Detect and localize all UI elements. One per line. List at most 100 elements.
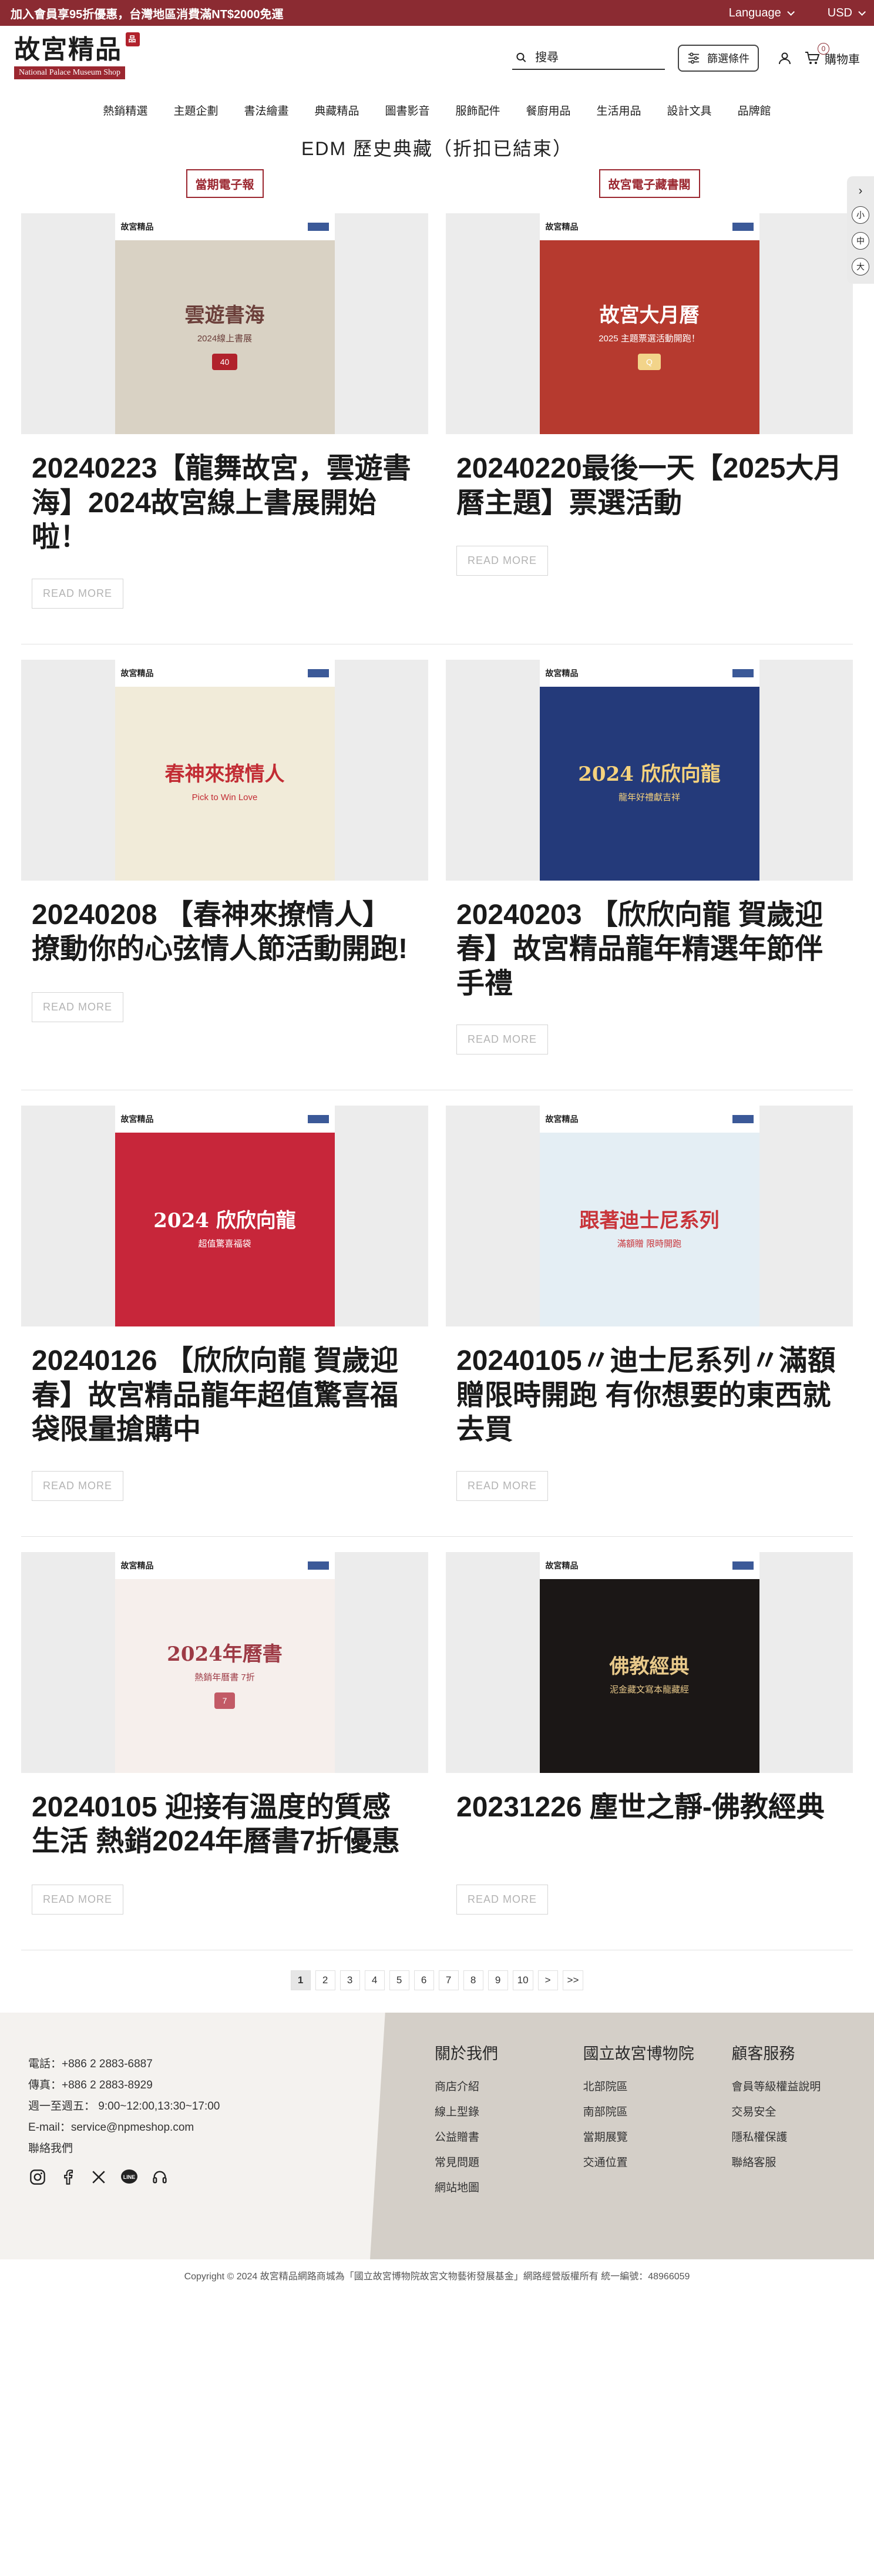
edm-title[interactable]: 20240126 【欣欣向龍 賀歲迎春】故宮精品龍年超值驚喜福袋限量搶購中	[21, 1344, 428, 1447]
read-more-button[interactable]: READ MORE	[32, 578, 124, 609]
read-more-button[interactable]: READ MORE	[456, 546, 549, 576]
nav-item-calligraphy[interactable]: 書法繪畫	[244, 102, 288, 118]
edm-title[interactable]: 20231226 塵世之靜-佛教經典	[446, 1791, 853, 1861]
tab-current-newsletter[interactable]: 當期電子報	[186, 169, 264, 198]
edm-card[interactable]: 故宮精品 故宮大月曆 2025 主題票選活動開跑！ Q 20240220最後一天…	[446, 198, 853, 609]
account-button[interactable]	[778, 51, 792, 65]
tab-ebook-library[interactable]: 故宮電子藏書閣	[599, 169, 700, 198]
page-link[interactable]: 8	[463, 1970, 483, 1990]
language-selector[interactable]: Language	[729, 6, 795, 20]
svg-text:LINE: LINE	[123, 2174, 136, 2180]
footer-email[interactable]: E-mail：service@npmeshop.com	[28, 2117, 359, 2138]
x-twitter-icon[interactable]	[89, 2168, 108, 2187]
edm-card[interactable]: 故宮精品 2024 欣欣向龍 龍年好禮獻吉祥 20240203 【欣欣向龍 賀歲…	[446, 644, 853, 1055]
edm-card[interactable]: 故宮精品 2024年曆書 熱銷年曆書 7折 7 20240105 迎接有溫度的質…	[21, 1537, 428, 1915]
read-more-button[interactable]: READ MORE	[456, 1470, 549, 1501]
facebook-icon	[732, 223, 754, 231]
edm-thumbnail[interactable]: 故宮精品 跟著迪士尼系列 滿額贈 限時開跑	[446, 1106, 853, 1327]
edm-thumbnail[interactable]: 故宮精品 2024 欣欣向龍 超值驚喜福袋	[21, 1106, 428, 1327]
facebook-icon[interactable]	[59, 2168, 78, 2187]
edm-thumbnail[interactable]: 故宮精品 2024 欣欣向龍 龍年好禮獻吉祥	[446, 659, 853, 881]
footer-link[interactable]: 聯絡客服	[731, 2150, 856, 2175]
font-small-button[interactable]: 小	[852, 206, 869, 224]
main-nav: 熱銷精選 主題企劃 書法繪畫 典藏精品 圖書影音 服飾配件 餐廚用品 生活用品 …	[0, 90, 874, 129]
edm-thumbnail[interactable]: 故宮精品 春神來撩情人 Pick to Win Love	[21, 659, 428, 881]
currency-label: USD	[827, 6, 852, 19]
search-icon[interactable]	[516, 51, 527, 64]
cart-button[interactable]: 0 購物車	[805, 42, 860, 67]
page-link[interactable]: 9	[488, 1970, 508, 1990]
nav-item-kitchen[interactable]: 餐廚用品	[526, 102, 571, 118]
font-large-button[interactable]: 大	[852, 258, 869, 276]
nav-item-books[interactable]: 圖書影音	[385, 102, 429, 118]
edm-thumbnail[interactable]: 故宮精品 雲遊書海 2024線上書展 40	[21, 213, 428, 434]
read-more-button[interactable]: READ MORE	[32, 992, 124, 1022]
filter-button[interactable]: 篩選條件	[678, 45, 759, 72]
edm-title[interactable]: 20240223【龍舞故宮，雲遊書海】2024故宮線上書展開始啦！	[21, 452, 428, 555]
poster-header: 故宮精品	[115, 659, 335, 687]
edm-card[interactable]: 故宮精品 雲遊書海 2024線上書展 40 20240223【龍舞故宮，雲遊書海…	[21, 198, 428, 609]
nav-item-collection[interactable]: 典藏精品	[314, 102, 359, 118]
page-link[interactable]: 10	[512, 1970, 533, 1990]
nav-item-apparel[interactable]: 服飾配件	[456, 102, 500, 118]
poster-headline: 雲遊書海	[184, 304, 265, 328]
site-logo[interactable]: 故宮精品 品 National Palace Museum Shop	[14, 32, 140, 79]
read-more-button[interactable]: READ MORE	[32, 1884, 124, 1915]
footer-link[interactable]: 商店介紹	[435, 2074, 560, 2100]
sliders-icon	[688, 52, 700, 64]
page-link[interactable]: >	[537, 1970, 558, 1990]
edm-title[interactable]: 20240208 【春神來撩情人】撩動你的心弦情人節活動開跑!	[21, 898, 428, 969]
search-input[interactable]	[535, 51, 661, 65]
instagram-icon[interactable]	[28, 2168, 47, 2187]
font-medium-button[interactable]: 中	[852, 232, 869, 250]
poster-subtitle: 龍年好禮獻吉祥	[618, 792, 680, 803]
page-link[interactable]: 3	[339, 1970, 360, 1990]
chevron-right-icon[interactable]: ›	[859, 184, 863, 198]
page-link[interactable]: 2	[315, 1970, 335, 1990]
footer-link[interactable]: 網站地圖	[435, 2175, 560, 2201]
poster-header: 故宮精品	[115, 213, 335, 240]
nav-item-stationery[interactable]: 設計文具	[667, 102, 712, 118]
edm-card[interactable]: 故宮精品 佛教經典 泥金藏文寫本龍藏經 20231226 塵世之靜-佛教經典 R…	[446, 1537, 853, 1915]
read-more-button[interactable]: READ MORE	[456, 1884, 549, 1915]
footer-link[interactable]: 公益贈書	[435, 2125, 560, 2150]
page-link[interactable]: 4	[364, 1970, 385, 1990]
footer-link[interactable]: 隱私權保護	[731, 2125, 856, 2150]
line-icon[interactable]: LINE	[120, 2168, 139, 2187]
footer-link[interactable]: 交易安全	[731, 2100, 856, 2125]
nav-item-brands[interactable]: 品牌館	[738, 102, 771, 118]
edm-thumbnail[interactable]: 故宮精品 故宮大月曆 2025 主題票選活動開跑！ Q	[446, 213, 853, 434]
page-link[interactable]: 7	[438, 1970, 459, 1990]
read-more-button[interactable]: READ MORE	[456, 1025, 549, 1055]
edm-title[interactable]: 20240203 【欣欣向龍 賀歲迎春】故宮精品龍年精選年節伴手禮	[446, 898, 853, 1002]
edm-thumbnail[interactable]: 故宮精品 佛教經典 泥金藏文寫本龍藏經	[446, 1551, 853, 1773]
footer-contact-link[interactable]: 聯絡我們	[28, 2138, 359, 2159]
edm-title[interactable]: 20240105〃迪士尼系列〃滿額贈限時開跑 有你想要的東西就去買	[446, 1344, 853, 1447]
site-header: 故宮精品 品 National Palace Museum Shop 篩選條件 …	[0, 26, 874, 90]
edm-thumbnail[interactable]: 故宮精品 2024年曆書 熱銷年曆書 7折 7	[21, 1551, 428, 1773]
nav-item-lifestyle[interactable]: 生活用品	[597, 102, 641, 118]
cart-icon	[805, 52, 820, 64]
edm-card[interactable]: 故宮精品 跟著迪士尼系列 滿額贈 限時開跑 20240105〃迪士尼系列〃滿額贈…	[446, 1090, 853, 1501]
headset-icon[interactable]	[150, 2168, 169, 2187]
nav-item-bestsellers[interactable]: 熱銷精選	[103, 102, 147, 118]
footer-link[interactable]: 常見問題	[435, 2150, 560, 2175]
footer-col-title: 顧客服務	[731, 2044, 795, 2063]
page-link-current[interactable]: 1	[290, 1970, 311, 1990]
footer-link[interactable]: 交通位置	[583, 2150, 708, 2175]
nav-item-themes[interactable]: 主題企劃	[173, 102, 218, 118]
edm-card[interactable]: 故宮精品 2024 欣欣向龍 超值驚喜福袋 20240126 【欣欣向龍 賀歲迎…	[21, 1090, 428, 1501]
page-link[interactable]: >>	[562, 1970, 584, 1990]
footer-link[interactable]: 南部院區	[583, 2100, 708, 2125]
footer-link[interactable]: 線上型錄	[435, 2100, 560, 2125]
footer-link[interactable]: 會員等級權益說明	[731, 2074, 856, 2100]
edm-title[interactable]: 20240220最後一天【2025大月曆主題】票選活動	[446, 452, 853, 522]
page-link[interactable]: 6	[414, 1970, 434, 1990]
footer-link[interactable]: 北部院區	[583, 2074, 708, 2100]
currency-selector[interactable]: USD	[827, 6, 866, 20]
edm-card[interactable]: 故宮精品 春神來撩情人 Pick to Win Love 20240208 【春…	[21, 644, 428, 1055]
edm-title[interactable]: 20240105 迎接有溫度的質感生活 熱銷2024年曆書7折優惠	[21, 1791, 428, 1861]
page-link[interactable]: 5	[389, 1970, 409, 1990]
read-more-button[interactable]: READ MORE	[32, 1470, 124, 1501]
footer-link[interactable]: 當期展覽	[583, 2125, 708, 2150]
